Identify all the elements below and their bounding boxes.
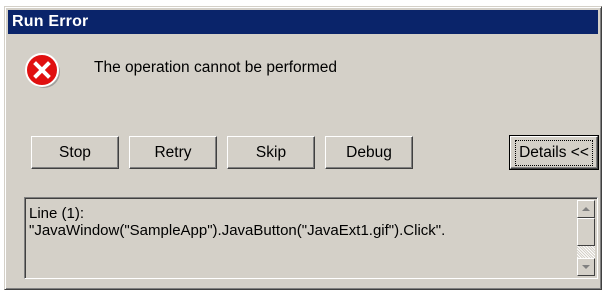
vertical-scrollbar[interactable] (577, 200, 595, 276)
details-line-1: Line (1): (29, 205, 85, 222)
details-line-2: "JavaWindow("SampleApp").JavaButton("Jav… (29, 222, 446, 239)
details-button-label: Details << (515, 139, 593, 166)
arrow-up-icon (582, 207, 590, 211)
retry-button[interactable]: Retry (129, 136, 217, 169)
stop-button[interactable]: Stop (31, 136, 119, 169)
arrow-down-icon (582, 265, 590, 269)
dialog-title: Run Error (12, 13, 89, 30)
details-text: Line (1): "JavaWindow("SampleApp").JavaB… (29, 205, 445, 239)
details-button[interactable]: Details << (509, 135, 599, 170)
scroll-up-button[interactable] (577, 200, 595, 218)
skip-button[interactable]: Skip (227, 136, 315, 169)
scroll-down-button[interactable] (577, 258, 595, 276)
run-error-dialog: Run Error The operation cannot be perfor… (4, 6, 602, 290)
error-message: The operation cannot be performed (94, 59, 337, 76)
error-icon (25, 53, 60, 88)
scrollbar-thumb[interactable] (577, 218, 595, 246)
details-text-box[interactable]: Line (1): "JavaWindow("SampleApp").JavaB… (24, 197, 598, 279)
title-bar[interactable]: Run Error (8, 10, 598, 34)
debug-button[interactable]: Debug (325, 136, 413, 169)
